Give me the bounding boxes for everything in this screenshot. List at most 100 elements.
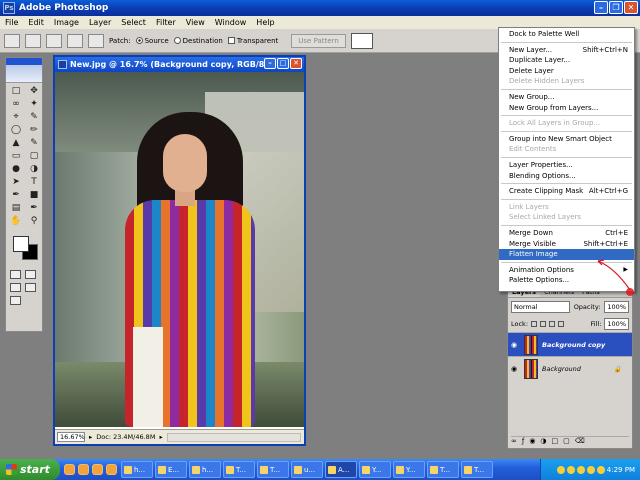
standard-mode-icon[interactable] <box>10 270 21 279</box>
menu-item-create-clipping-mask[interactable]: Create Clipping Mask Alt+Ctrl+G <box>499 186 634 197</box>
menu-file[interactable]: File <box>0 18 23 27</box>
trash-icon[interactable]: ⌫ <box>575 437 585 446</box>
taskbar-button[interactable]: Y... <box>359 461 391 478</box>
layer-style-icon[interactable]: ƒ <box>522 437 524 446</box>
new-group-icon[interactable]: □ <box>552 437 559 446</box>
full-screen-mode-icon[interactable] <box>25 283 36 292</box>
foreground-color-swatch[interactable] <box>13 236 29 252</box>
screen-mode-icon[interactable] <box>10 283 21 292</box>
menu-layer[interactable]: Layer <box>84 18 116 27</box>
transparent-checkbox[interactable]: Transparent <box>227 37 278 45</box>
taskbar-button[interactable]: u... <box>291 461 323 478</box>
dodge-tool-icon[interactable]: ◑ <box>27 164 41 175</box>
taskbar-button[interactable]: Y... <box>393 461 425 478</box>
selection-mode-add-icon[interactable] <box>46 33 62 48</box>
adjustment-layer-icon[interactable]: ◑ <box>540 437 546 446</box>
quick-launch-icon[interactable] <box>92 464 103 475</box>
lock-all-icon[interactable] <box>558 321 565 327</box>
patch-tool-icon[interactable]: ◯ <box>9 125 23 136</box>
image-canvas[interactable] <box>55 72 304 427</box>
lock-pixels-icon[interactable] <box>540 321 547 327</box>
menu-item-merge-down[interactable]: Merge Down Ctrl+E <box>499 228 634 239</box>
start-button[interactable]: start <box>0 459 60 480</box>
blend-mode-select[interactable]: Normal <box>511 301 570 313</box>
menu-item-duplicate-layer[interactable]: Duplicate Layer... <box>499 55 634 66</box>
menu-item-new-group[interactable]: New Group... <box>499 92 634 103</box>
taskbar-button[interactable]: A... <box>325 461 357 478</box>
history-brush-icon[interactable]: ✎ <box>27 138 41 149</box>
zoom-field[interactable]: 16.67% <box>57 432 85 442</box>
lock-transparency-icon[interactable] <box>531 321 538 327</box>
new-layer-icon[interactable]: ▢ <box>563 437 570 446</box>
tray-icon[interactable] <box>576 465 585 474</box>
doc-close-button[interactable]: ✕ <box>290 58 302 69</box>
lock-position-icon[interactable] <box>549 321 556 327</box>
menu-filter[interactable]: Filter <box>151 18 181 27</box>
close-button[interactable]: ✕ <box>624 1 638 14</box>
horizontal-scrollbar[interactable] <box>166 432 301 442</box>
selection-mode-subtract-icon[interactable] <box>67 33 83 48</box>
jump-to-imageready-icon[interactable] <box>10 296 21 305</box>
visibility-eye-icon[interactable]: ◉ <box>511 341 520 349</box>
selection-mode-intersect-icon[interactable] <box>88 33 104 48</box>
menu-item-animation-options[interactable]: Animation Options ▶ <box>499 265 634 276</box>
slice-tool-icon[interactable]: ✎ <box>27 112 41 123</box>
quick-launch-icon[interactable] <box>78 464 89 475</box>
menu-item-blending-options[interactable]: Blending Options... <box>499 171 634 182</box>
blur-tool-icon[interactable]: ● <box>9 164 23 175</box>
tray-icon[interactable] <box>596 465 605 474</box>
menu-item-new-layer[interactable]: New Layer... Shift+Ctrl+N <box>499 45 634 56</box>
taskbar-button[interactable]: T... <box>427 461 459 478</box>
hand-tool-icon[interactable]: ✋ <box>9 216 23 227</box>
tray-icon[interactable] <box>586 465 595 474</box>
status-arrow-icon[interactable]: ▸ <box>159 433 162 441</box>
zoom-tool-icon[interactable]: ⚲ <box>27 216 41 227</box>
visibility-eye-icon[interactable]: ◉ <box>511 365 520 373</box>
menu-item-merge-visible[interactable]: Merge Visible Shift+Ctrl+E <box>499 239 634 250</box>
marquee-tool-icon[interactable]: □ <box>9 86 23 97</box>
crop-tool-icon[interactable]: ⌖ <box>9 112 23 123</box>
lasso-tool-icon[interactable]: ∞ <box>9 99 23 110</box>
tools-palette-header[interactable] <box>6 58 42 65</box>
gradient-tool-icon[interactable]: ▢ <box>27 151 41 162</box>
menu-view[interactable]: View <box>181 18 210 27</box>
menu-select[interactable]: Select <box>116 18 151 27</box>
type-tool-icon[interactable]: T <box>27 177 41 188</box>
taskbar-button[interactable]: E... <box>155 461 187 478</box>
quick-launch-icon[interactable] <box>106 464 117 475</box>
move-tool-icon[interactable]: ✥ <box>27 86 41 97</box>
doc-minimize-button[interactable]: – <box>264 58 276 69</box>
path-selection-icon[interactable]: ➤ <box>9 177 23 188</box>
minimize-button[interactable]: – <box>594 1 608 14</box>
quick-launch-icon[interactable] <box>64 464 75 475</box>
menu-item-delete-layer[interactable]: Delete Layer <box>499 66 634 77</box>
shape-tool-icon[interactable]: ■ <box>27 190 41 201</box>
tray-icon[interactable] <box>556 465 565 474</box>
restore-button[interactable]: ❐ <box>609 1 623 14</box>
doc-maximize-button[interactable]: □ <box>277 58 289 69</box>
quick-mask-mode-icon[interactable] <box>25 270 36 279</box>
photoshop-feather-logo[interactable] <box>6 65 42 83</box>
stamp-tool-icon[interactable]: ▲ <box>9 138 23 149</box>
layer-row-background-copy[interactable]: ◉ Background copy <box>508 332 632 356</box>
menu-image[interactable]: Image <box>49 18 84 27</box>
eraser-tool-icon[interactable]: ▭ <box>9 151 23 162</box>
menu-item-new-group-from-layers[interactable]: New Group from Layers... <box>499 103 634 114</box>
menu-item-layer-properties[interactable]: Layer Properties... <box>499 160 634 171</box>
menu-edit[interactable]: Edit <box>23 18 49 27</box>
use-pattern-button[interactable]: Use Pattern <box>291 33 346 48</box>
menu-help[interactable]: Help <box>251 18 279 27</box>
opacity-field[interactable]: 100% <box>604 301 629 313</box>
menu-item-dock-to-palette-well[interactable]: Dock to Palette Well <box>499 29 634 40</box>
taskbar-button[interactable]: h... <box>121 461 153 478</box>
tray-icon[interactable] <box>566 465 575 474</box>
taskbar-button[interactable]: h... <box>189 461 221 478</box>
status-menu-icon[interactable]: ▸ <box>89 433 92 441</box>
link-layers-icon[interactable]: ∞ <box>511 437 517 446</box>
menu-item-palette-options[interactable]: Palette Options... <box>499 275 634 286</box>
taskbar-button[interactable]: T... <box>257 461 289 478</box>
menu-item-group-into-new-smart-object[interactable]: Group into New Smart Object <box>499 134 634 145</box>
eyedropper-tool-icon[interactable]: ✒ <box>27 203 41 214</box>
brush-tool-icon[interactable]: ✏ <box>27 125 41 136</box>
taskbar-button[interactable]: T... <box>461 461 493 478</box>
